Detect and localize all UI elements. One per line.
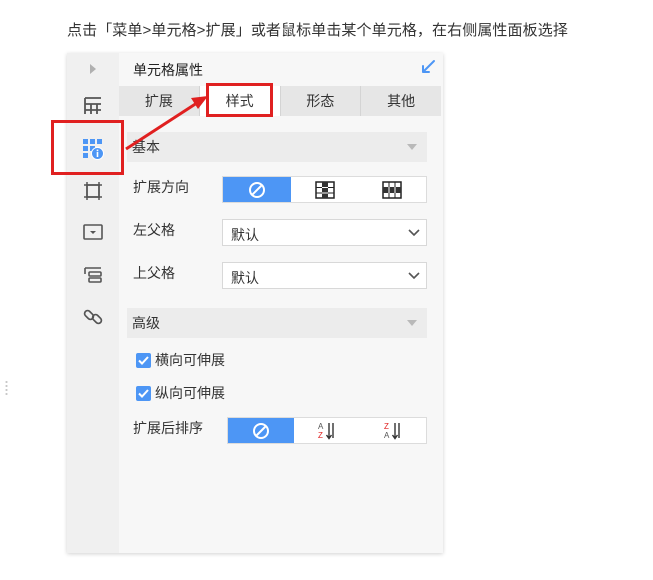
sort-ascending-top-letter: A	[318, 422, 324, 431]
top-parent-value: 默认	[231, 270, 259, 286]
horizontal-grid-icon	[382, 180, 402, 199]
instruction-text: 点击「菜单>单元格>扩展」或者鼠标单击某个单元格，在右侧属性面板选择	[67, 22, 568, 39]
frame-icon[interactable]	[80, 178, 106, 204]
left-parent-value: 默认	[231, 227, 259, 243]
sort-after-expand-label: 扩展后排序	[133, 420, 203, 436]
top-parent-label: 上父格	[133, 265, 175, 281]
sort-ascending-option[interactable]: A Z	[294, 418, 360, 443]
sort-descending-icon: Z A	[384, 422, 400, 440]
checkbox-checked-icon	[136, 352, 151, 368]
none-icon	[248, 181, 265, 198]
basic-section-title: 基本	[132, 139, 160, 155]
drag-handle[interactable]	[5, 380, 8, 396]
chevron-down-icon	[402, 220, 426, 245]
table-icon[interactable]	[80, 93, 106, 119]
layers-icon[interactable]	[80, 261, 106, 287]
chevron-down-icon	[407, 144, 417, 150]
link-icon[interactable]	[80, 304, 106, 330]
horizontal-extensible-checkbox[interactable]: 横向可伸展	[136, 350, 225, 370]
sort-ascending-bottom-letter: Z	[318, 431, 323, 440]
expand-none-option[interactable]	[223, 177, 291, 202]
left-parent-select[interactable]: 默认	[222, 219, 427, 246]
highlight-box-style-tab	[206, 83, 273, 117]
sort-descending-top-letter: Z	[384, 422, 389, 431]
expand-vertical-option[interactable]	[291, 177, 359, 202]
chevron-down-icon	[402, 263, 426, 288]
sort-none-option[interactable]	[228, 418, 294, 443]
highlight-box-sidebar	[51, 120, 124, 175]
tab-form[interactable]: 形态	[281, 86, 362, 116]
none-icon	[253, 422, 269, 439]
advanced-section-title: 高级	[132, 315, 160, 331]
left-parent-label: 左父格	[133, 222, 175, 238]
tab-other[interactable]: 其他	[361, 86, 441, 116]
collapse-arrow-icon[interactable]	[80, 56, 106, 82]
panel-title: 单元格属性	[133, 62, 203, 78]
checkbox-checked-icon	[136, 385, 151, 401]
chevron-down-icon	[407, 320, 417, 326]
expand-direction-control	[222, 176, 427, 203]
vertical-extensible-label: 纵向可伸展	[155, 385, 225, 401]
expand-horizontal-option[interactable]	[358, 177, 426, 202]
sort-after-expand-control: A Z Z A	[227, 417, 427, 444]
vertical-grid-icon	[314, 180, 335, 199]
widget-icon[interactable]	[80, 219, 106, 245]
basic-section-header[interactable]: 基本	[127, 132, 427, 162]
collapse-panel-icon[interactable]	[419, 58, 437, 76]
top-parent-select[interactable]: 默认	[222, 262, 427, 289]
properties-content: 单元格属性 扩展 样式 形态 其他 基本 扩展方向 左父格 默认 上父格 默认 …	[119, 53, 443, 553]
vertical-extensible-checkbox[interactable]: 纵向可伸展	[136, 383, 225, 403]
sort-descending-option[interactable]: Z A	[360, 418, 426, 443]
sort-descending-bottom-letter: A	[384, 431, 390, 440]
tab-expand[interactable]: 扩展	[119, 86, 200, 116]
property-tabs: 扩展 样式 形态 其他	[119, 86, 441, 116]
sort-ascending-icon: A Z	[318, 422, 334, 440]
expand-direction-label: 扩展方向	[133, 179, 189, 195]
advanced-section-header[interactable]: 高级	[127, 308, 427, 338]
horizontal-extensible-label: 横向可伸展	[155, 352, 225, 368]
